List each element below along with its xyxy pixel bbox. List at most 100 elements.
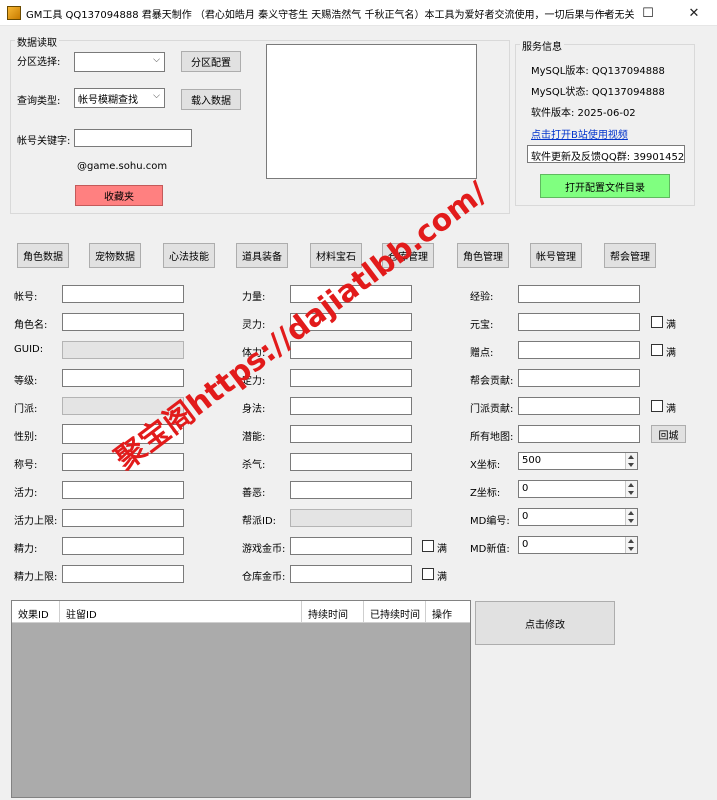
favorites-button[interactable]: 收藏夹 — [75, 185, 163, 206]
focus-field[interactable] — [290, 369, 412, 387]
level-field[interactable] — [62, 369, 184, 387]
bonus-points-label: 赠点: — [470, 348, 494, 359]
vitality-max-field[interactable] — [62, 509, 184, 527]
energy-max-field[interactable] — [62, 565, 184, 583]
keyword-label: 帐号关键字: — [17, 136, 71, 147]
account-field[interactable] — [62, 285, 184, 303]
column-header-resident-id[interactable]: 驻留ID — [60, 601, 302, 622]
arrow-down-icon[interactable] — [628, 547, 634, 551]
ingot-max-label: 满 — [666, 320, 676, 331]
game-gold-label: 游戏金币: — [242, 544, 286, 555]
md-number-label: MD编号: — [470, 516, 510, 527]
faction-contribution-max-checkbox[interactable] — [651, 400, 663, 412]
vitality-field[interactable] — [62, 481, 184, 499]
tab-account-manage[interactable]: 帐号管理 — [530, 243, 582, 268]
arrow-down-icon[interactable] — [628, 491, 634, 495]
guid-label: GUID: — [14, 344, 44, 355]
agility-field[interactable] — [290, 397, 412, 415]
experience-field[interactable] — [518, 285, 640, 303]
minimize-button[interactable]: — — [579, 0, 625, 26]
service-info-legend: 服务信息 — [520, 38, 564, 53]
warehouse-gold-field[interactable] — [290, 565, 412, 583]
spin-arrows[interactable] — [625, 509, 637, 525]
result-list[interactable] — [266, 44, 477, 179]
potential-field[interactable] — [290, 425, 412, 443]
bonus-points-field[interactable] — [518, 341, 640, 359]
zone-select[interactable]: ⌵ — [74, 52, 165, 72]
open-config-dir-button[interactable]: 打开配置文件目录 — [540, 174, 670, 198]
column-header-elapsed[interactable]: 已持续时间 — [364, 601, 426, 622]
game-gold-field[interactable] — [290, 537, 412, 555]
arrow-down-icon[interactable] — [628, 519, 634, 523]
guild-id-label: 帮派ID: — [242, 516, 277, 527]
z-coord-spinner[interactable]: 0 — [518, 480, 638, 498]
column-header-effect-id[interactable]: 效果ID — [12, 601, 60, 622]
arrow-up-icon[interactable] — [628, 455, 634, 459]
return-city-button[interactable]: 回城 — [651, 425, 686, 443]
spin-arrows[interactable] — [625, 537, 637, 553]
current-map-field[interactable] — [518, 425, 640, 443]
x-coord-spinner[interactable]: 500 — [518, 452, 638, 470]
md-new-value-spinner[interactable]: 0 — [518, 536, 638, 554]
mysql-status: MySQL状态: QQ137094888 — [531, 87, 665, 98]
spin-arrows[interactable] — [625, 453, 637, 469]
arrow-down-icon[interactable] — [628, 463, 634, 467]
role-name-field[interactable] — [62, 313, 184, 331]
current-map-label: 所有地图: — [470, 432, 514, 443]
md-new-value: 0 — [522, 539, 529, 550]
faction-contribution-label: 门派贡献: — [470, 404, 514, 415]
tab-skills[interactable]: 心法技能 — [163, 243, 215, 268]
arrow-up-icon[interactable] — [628, 511, 634, 515]
gender-label: 性别: — [14, 432, 38, 443]
tab-pet-data[interactable]: 宠物数据 — [89, 243, 141, 268]
effects-table[interactable]: 效果ID 驻留ID 持续时间 已持续时间 操作 — [11, 600, 471, 798]
spin-arrows[interactable] — [625, 481, 637, 497]
ingot-max-checkbox[interactable] — [651, 316, 663, 328]
experience-label: 经验: — [470, 292, 494, 303]
tab-role-data[interactable]: 角色数据 — [17, 243, 69, 268]
vitality-max-label: 活力上限: — [14, 516, 58, 527]
tab-role-manage[interactable]: 角色管理 — [457, 243, 509, 268]
killing-intent-label: 杀气: — [242, 460, 266, 471]
ingot-field[interactable] — [518, 313, 640, 331]
warehouse-gold-max-checkbox[interactable] — [422, 568, 434, 580]
ingot-label: 元宝: — [470, 320, 494, 331]
karma-field[interactable] — [290, 481, 412, 499]
tab-guild-manage[interactable]: 帮会管理 — [604, 243, 656, 268]
md-number-value: 0 — [522, 511, 529, 522]
bilibili-video-link[interactable]: 点击打开B站使用视频 — [531, 126, 628, 141]
keyword-input[interactable] — [74, 129, 192, 147]
zone-label: 分区选择: — [17, 57, 61, 68]
warehouse-gold-max-label: 满 — [437, 572, 447, 583]
z-coord-label: Z坐标: — [470, 488, 501, 499]
energy-field[interactable] — [62, 537, 184, 555]
close-button[interactable]: ✕ — [671, 0, 717, 26]
column-header-action[interactable]: 操作 — [426, 601, 470, 622]
killing-intent-field[interactable] — [290, 453, 412, 471]
arrow-up-icon[interactable] — [628, 483, 634, 487]
bonus-points-max-checkbox[interactable] — [651, 344, 663, 356]
modify-button[interactable]: 点击修改 — [475, 601, 615, 645]
guild-contribution-field[interactable] — [518, 369, 640, 387]
query-type-label: 查询类型: — [17, 96, 61, 107]
mysql-version: MySQL版本: QQ137094888 — [531, 66, 665, 77]
guid-field — [62, 341, 184, 359]
faction-contribution-field[interactable] — [518, 397, 640, 415]
data-read-legend: 数据读取 — [15, 34, 59, 49]
game-gold-max-checkbox[interactable] — [422, 540, 434, 552]
level-label: 等级: — [14, 376, 38, 387]
query-type-select[interactable]: 帐号模糊查找 ⌵ — [74, 88, 165, 108]
column-header-duration[interactable]: 持续时间 — [302, 601, 364, 622]
potential-label: 潜能: — [242, 432, 266, 443]
md-number-spinner[interactable]: 0 — [518, 508, 638, 526]
update-qq-group: 软件更新及反馈QQ群: 399014524 — [527, 145, 685, 163]
md-new-value-label: MD新值: — [470, 544, 510, 555]
load-data-button[interactable]: 载入数据 — [181, 89, 241, 110]
arrow-up-icon[interactable] — [628, 539, 634, 543]
tab-equipment[interactable]: 道具装备 — [236, 243, 288, 268]
guild-contribution-label: 帮会贡献: — [470, 376, 514, 387]
title-label: 称号: — [14, 460, 38, 471]
maximize-button[interactable]: ☐ — [625, 0, 671, 26]
zone-config-button[interactable]: 分区配置 — [181, 51, 241, 72]
energy-label: 精力: — [14, 544, 38, 555]
